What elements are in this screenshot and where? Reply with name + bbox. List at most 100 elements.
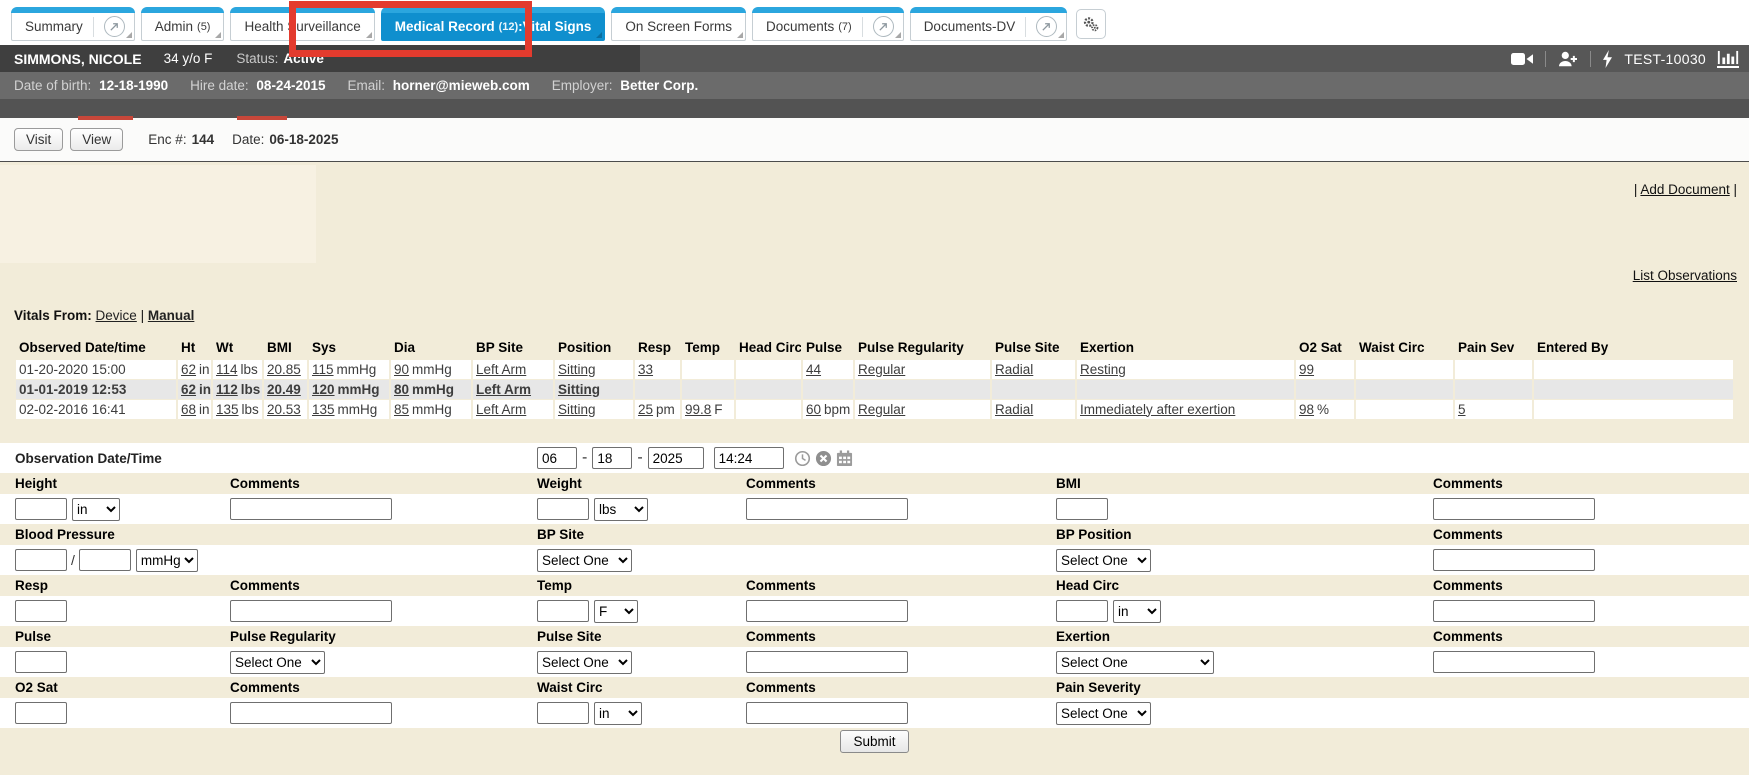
vital-value-link[interactable]: 68 [181,402,196,417]
obs-day-input[interactable] [592,447,632,469]
vital-value-link[interactable]: Resting [1080,362,1126,377]
vital-value-link[interactable]: 98 [1299,402,1314,417]
lightning-bolt-icon[interactable] [1602,50,1613,68]
vital-value-link[interactable]: 120 [312,382,335,397]
obs-month-input[interactable] [537,447,577,469]
waist-circ-unit-select[interactable]: in [594,702,642,725]
vital-value-link[interactable]: 62 [181,382,196,397]
vital-value-link[interactable]: 115 [312,362,334,377]
calendar-icon[interactable] [836,450,853,467]
vital-value-link[interactable]: Left Arm [476,362,526,377]
pulse-comments-input[interactable] [746,651,908,673]
vital-value-link[interactable]: 44 [806,362,821,377]
vital-value-link[interactable]: 25 [638,402,653,417]
tab-on-screen-forms[interactable]: On Screen Forms [611,7,746,41]
vital-value-link[interactable]: 90 [394,362,409,377]
add-document-link[interactable]: Add Document [1640,182,1729,197]
vital-value-link[interactable]: Regular [858,402,905,417]
device-link[interactable]: Device [96,308,137,323]
bp-comments-input[interactable] [1433,549,1595,571]
bar-chart-icon[interactable] [1717,50,1739,68]
vital-value-link[interactable]: Radial [995,402,1033,417]
vital-value-link[interactable]: 5 [1458,402,1466,417]
tab-health-surveillance[interactable]: Health Surveillance [230,7,374,41]
tab-divider [93,17,94,37]
o2-sat-comments-input[interactable] [230,702,392,724]
vital-value-link[interactable]: 80 [394,382,409,397]
bp-site-select[interactable]: Select One [537,549,632,572]
exertion-comments-input[interactable] [1433,651,1595,673]
o2-sat-input[interactable] [15,702,67,724]
waist-circ-comments-input[interactable] [746,702,908,724]
tab-documents[interactable]: Documents (7) [752,7,904,41]
vital-value-link[interactable]: 20.49 [267,382,301,397]
list-observations-link[interactable]: List Observations [1633,268,1737,283]
manual-link[interactable]: Manual [148,308,195,323]
pulse-regularity-select[interactable]: Select One [230,651,325,674]
head-circ-input[interactable] [1056,600,1108,622]
vital-value-link[interactable]: 114 [216,362,238,377]
bp-systolic-input[interactable] [15,549,67,571]
resp-input[interactable] [15,600,67,622]
popout-arrow-icon[interactable] [1036,16,1057,37]
height-input[interactable] [15,498,67,520]
weight-unit-select[interactable]: lbs [594,498,648,521]
pulse-site-select[interactable]: Select One [537,651,632,674]
visit-button[interactable]: Visit [14,128,63,151]
vital-value-link[interactable]: 60 [806,402,821,417]
weight-input[interactable] [537,498,589,520]
vital-value-link[interactable]: 135 [216,402,239,417]
vital-value-link[interactable]: 33 [638,362,653,377]
obs-time-input[interactable] [714,447,784,469]
vital-value-link[interactable]: 20.85 [267,362,301,377]
temp-unit-select[interactable]: F [594,600,638,623]
vital-value-link[interactable]: 62 [181,362,196,377]
view-button[interactable]: View [70,128,123,151]
resp-comments-input[interactable] [230,600,392,622]
temp-comments-input[interactable] [746,600,908,622]
exertion-select[interactable]: Select One [1056,651,1214,674]
vital-value-link[interactable]: Regular [858,362,905,377]
bp-diastolic-input[interactable] [79,549,131,571]
vital-value-link[interactable]: Sitting [558,402,596,417]
settings-gears-icon[interactable] [1076,9,1106,39]
tab-medical-record-vital-signs[interactable]: Medical Record (12) :Vital Signs [381,7,606,41]
bp-unit-select[interactable]: mmHg [136,549,198,572]
bp-position-select[interactable]: Select One [1056,549,1151,572]
popout-arrow-icon[interactable] [104,16,125,37]
head-circ-unit-select[interactable]: in [1113,600,1161,623]
vital-value-link[interactable]: Sitting [558,362,596,377]
bmi-comments-input[interactable] [1433,498,1595,520]
patient-name: SIMMONS, NICOLE [14,51,142,67]
pain-severity-select[interactable]: Select One [1056,702,1151,725]
vital-value-link[interactable]: 135 [312,402,335,417]
vital-value-link[interactable]: 20.53 [267,402,301,417]
height-comments-input[interactable] [230,498,392,520]
popout-arrow-icon[interactable] [873,16,894,37]
bmi-input[interactable] [1056,498,1108,520]
vital-value-link[interactable]: Immediately after exertion [1080,402,1235,417]
vital-value-link[interactable]: Left Arm [476,382,531,397]
video-camera-icon[interactable] [1510,51,1534,67]
vital-value-link[interactable]: 112 [216,382,238,397]
temp-input[interactable] [537,600,589,622]
vital-value-link[interactable]: 99.8 [685,402,711,417]
vital-value-link[interactable]: 99 [1299,362,1314,377]
height-unit-select[interactable]: in [72,498,120,521]
submit-button[interactable]: Submit [840,730,908,753]
vital-value-link[interactable]: Radial [995,362,1033,377]
clear-x-icon[interactable] [815,450,832,467]
obs-year-input[interactable] [648,447,704,469]
head-circ-comments-input[interactable] [1433,600,1595,622]
vital-value-link[interactable]: Sitting [558,382,600,397]
clock-icon[interactable] [794,450,811,467]
vital-value-link[interactable]: 85 [394,402,409,417]
vital-value-link[interactable]: Left Arm [476,402,526,417]
waist-circ-input[interactable] [537,702,589,724]
tab-admin[interactable]: Admin (5) [141,7,225,41]
add-person-icon[interactable] [1557,50,1579,68]
pulse-input[interactable] [15,651,67,673]
weight-comments-input[interactable] [746,498,908,520]
tab-summary[interactable]: Summary [11,7,135,41]
tab-documents-dv[interactable]: Documents-DV [910,7,1068,41]
